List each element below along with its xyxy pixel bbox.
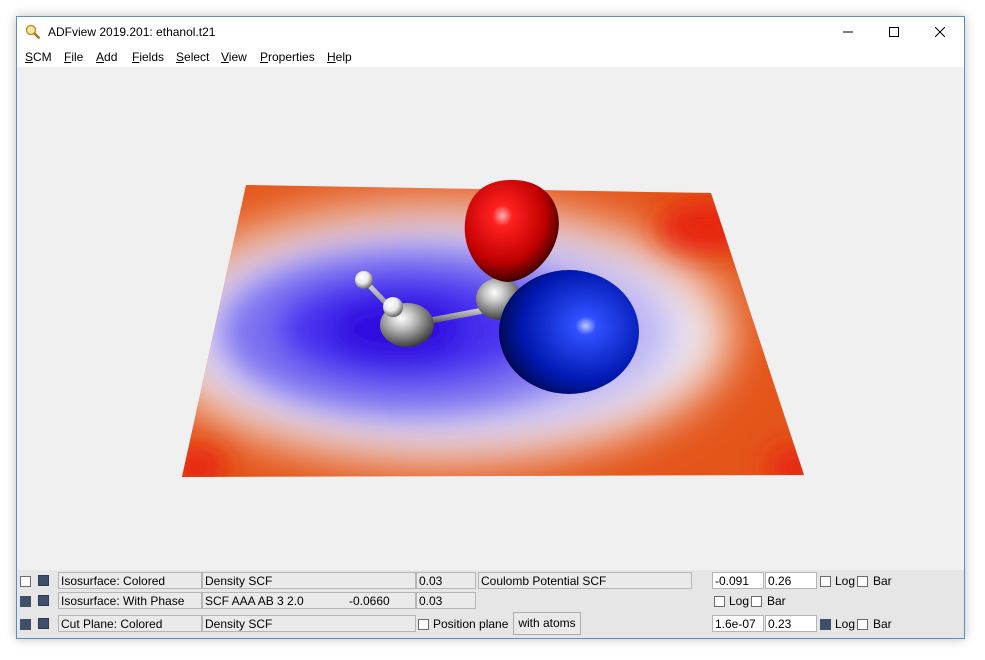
row3-type[interactable]: Cut Plane: Colored [58,615,202,632]
maximize-icon [889,27,899,37]
close-button[interactable] [917,17,963,47]
close-icon [935,27,945,37]
row2-type[interactable]: Isosurface: With Phase [58,592,202,609]
position-plane-label: Position plane [433,617,509,631]
menu-view[interactable]: View [221,50,247,64]
menu-scm[interactable]: SCM [25,50,52,64]
row1-bar-checkbox[interactable] [857,576,868,587]
menu-help[interactable]: Help [327,50,352,64]
row3-log-label: Log [835,617,856,631]
3d-viewport[interactable] [17,67,964,570]
row2-isovalue-field[interactable]: 0.03 [416,592,476,609]
row1-log-label: Log [835,574,856,588]
row2-field[interactable]: SCF AAA AB 3 2.0 -0.0660 [202,592,416,609]
row3-log-checkbox[interactable] [820,619,831,630]
row3-bar-checkbox[interactable] [857,619,868,630]
molecule-scene[interactable] [17,67,964,570]
row2-log-label: Log [729,594,750,608]
row1-color-field[interactable]: Coulomb Potential SCF [478,572,692,589]
title-bar[interactable]: ADFview 2019.201: ethanol.t21 [17,17,964,47]
minimize-icon [843,31,853,33]
row1-color-swatch[interactable] [38,575,49,586]
row1-visible-checkbox[interactable] [20,576,31,587]
position-plane-checkbox[interactable] [418,619,429,630]
hydrogen-atom [383,297,403,317]
row1-type[interactable]: Isosurface: Colored [58,572,202,589]
row3-visible-checkbox[interactable] [20,619,31,630]
app-window: ADFview 2019.201: ethanol.t21 SCM File A… [16,16,965,639]
row2-log-checkbox[interactable] [714,596,725,607]
row2-visible-checkbox[interactable] [20,596,31,607]
row1-log-checkbox[interactable] [820,576,831,587]
row3-field[interactable]: Density SCF [202,615,416,632]
row2-field-value: -0.0660 [349,594,390,608]
field-controls-panel: Isosurface: Colored Density SCF 0.03 Cou… [17,570,964,638]
row2-color-swatch[interactable] [38,595,49,606]
row1-max-input[interactable]: 0.26 [765,572,817,589]
menu-fields[interactable]: Fields [132,50,164,64]
menu-properties[interactable]: Properties [260,50,315,64]
menu-select[interactable]: Select [176,50,209,64]
with-atoms-button[interactable]: with atoms [513,612,581,635]
row3-min-input[interactable]: 1.6e-07 [712,615,764,632]
negative-phase-lobe [499,270,639,394]
row1-min-input[interactable]: -0.091 [712,572,764,589]
row1-field[interactable]: Density SCF [202,572,416,589]
hydrogen-atom [355,271,373,289]
row2-bar-label: Bar [767,594,786,608]
menu-add[interactable]: Add [96,50,117,64]
menu-file[interactable]: File [64,50,83,64]
window-title: ADFview 2019.201: ethanol.t21 [48,25,216,39]
menu-bar: SCM File Add Fields Select View Properti… [17,47,964,67]
maximize-button[interactable] [871,17,917,47]
row3-color-swatch[interactable] [38,618,49,629]
row3-max-input[interactable]: 0.23 [765,615,817,632]
row3-bar-label: Bar [873,617,892,631]
adf-app-icon [25,24,41,40]
row1-isovalue-field[interactable]: 0.03 [416,572,476,589]
row1-bar-label: Bar [873,574,892,588]
minimize-button[interactable] [825,17,871,47]
row2-bar-checkbox[interactable] [751,596,762,607]
